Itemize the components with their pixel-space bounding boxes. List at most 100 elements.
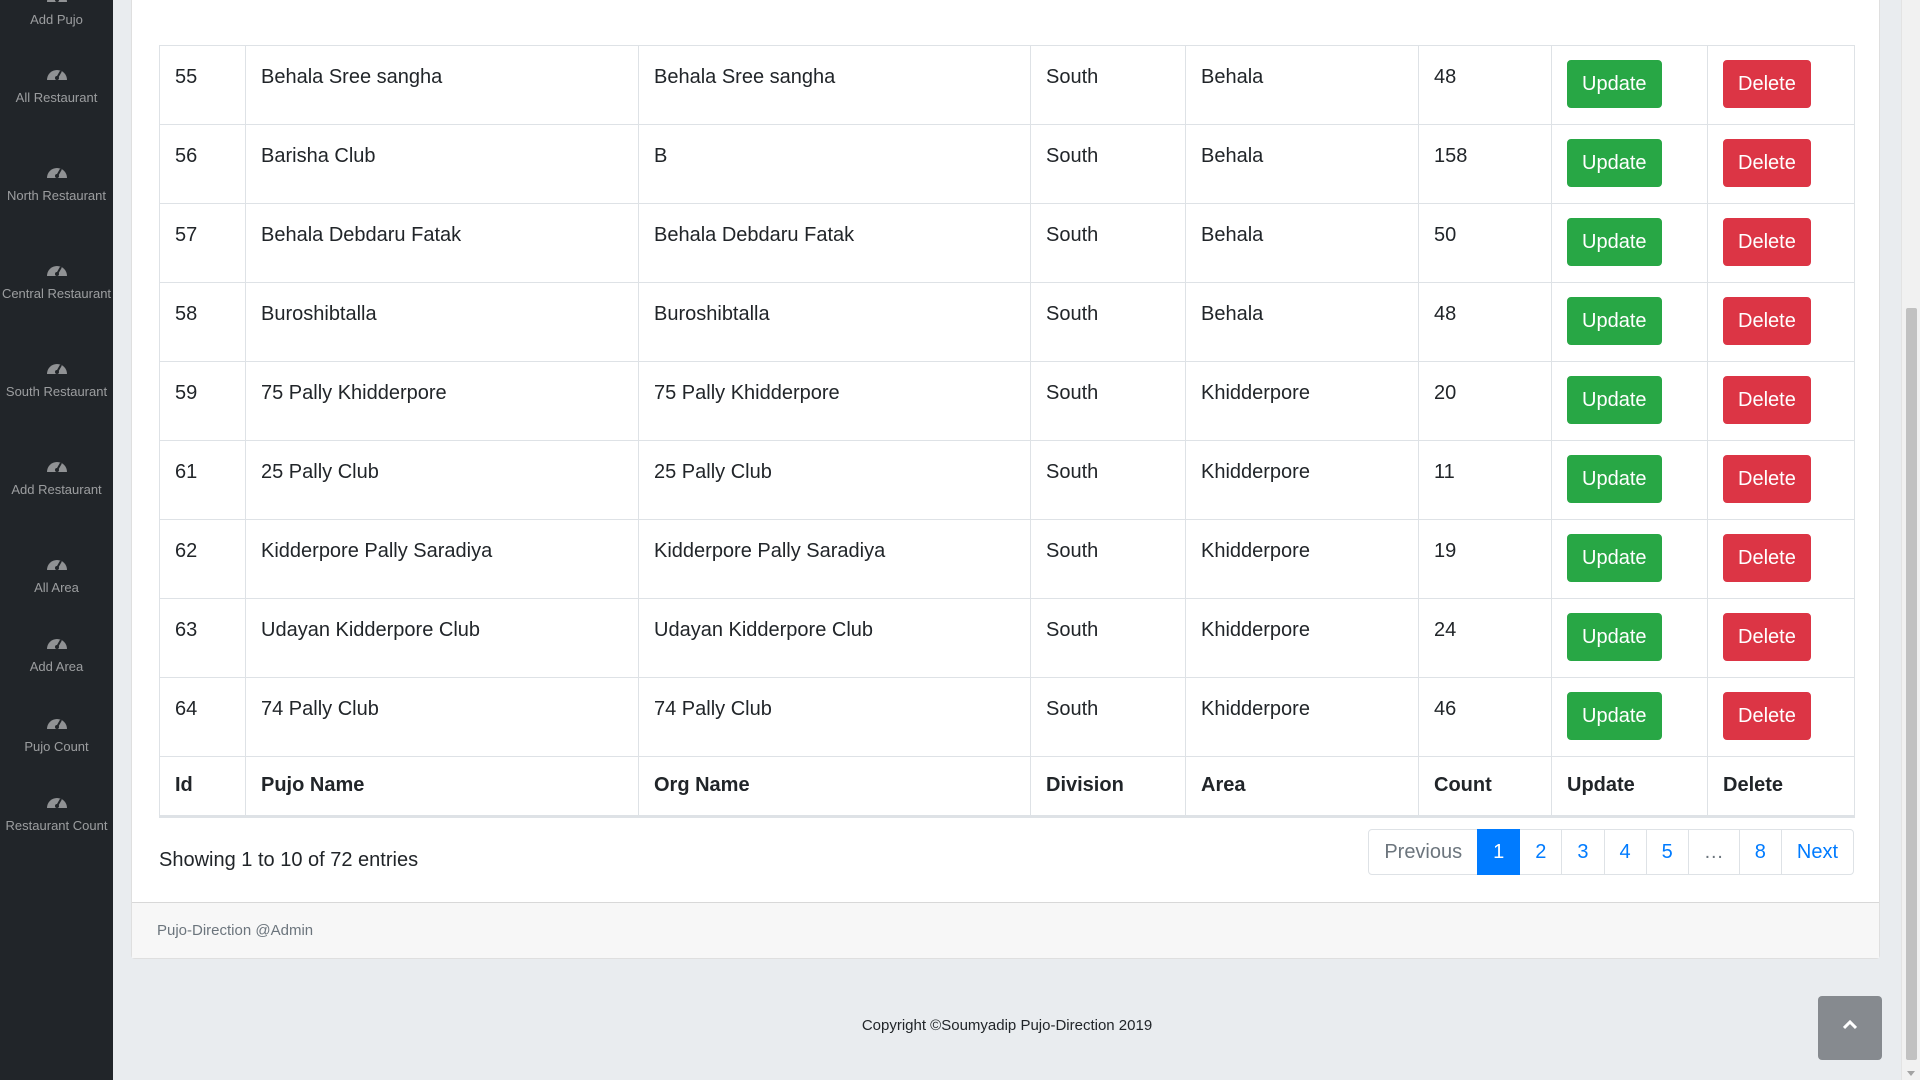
delete-button[interactable]: Delete [1723, 217, 1811, 266]
pagination-previous[interactable]: Previous [1368, 829, 1479, 875]
entries-info: Showing 1 to 10 of 72 entries [159, 849, 419, 871]
cell-count: 20 [1418, 360, 1552, 440]
pujo-table: 55 Behala Sree sangha Behala Sree sangha So… [159, 0, 1855, 818]
sidebar-item-all-area[interactable]: All Area [0, 554, 113, 597]
scroll-to-top-button[interactable] [1818, 996, 1882, 1060]
cell-org: Behala Debdaru Fatak [638, 202, 1031, 282]
update-button[interactable]: Update [1567, 533, 1662, 582]
cell-count: 48 [1418, 281, 1552, 361]
sidebar-item-add-area[interactable]: Add Area [0, 633, 113, 676]
cell-delete: Delete [1707, 597, 1855, 677]
delete-button[interactable]: Delete [1723, 59, 1811, 108]
clipped-cell [160, 0, 1855, 45]
sidebar-item-south-restaurant[interactable]: South Restaurant [0, 358, 113, 401]
table-row: 61 25 Pally Club 25 Pally Club South Khidder… [159, 439, 1855, 519]
table-row: 63 Udayan Kidderpore Club Udayan Kidderpor… [159, 597, 1855, 677]
column-header-area[interactable]: Area [1185, 755, 1419, 818]
delete-button[interactable]: Delete [1723, 296, 1811, 345]
update-button[interactable]: Update [1567, 454, 1662, 503]
update-button[interactable]: Update [1567, 59, 1662, 108]
cell-update: Update [1551, 360, 1708, 440]
sidebar-item-add-pujo[interactable]: Add Pujo [0, 0, 113, 29]
update-button[interactable]: Update [1567, 375, 1662, 424]
pagination-ellipsis: … [1687, 829, 1740, 875]
update-button[interactable]: Update [1567, 691, 1662, 740]
table-row: 62 Kidderpore Pally Saradiya Kidderpore Pa… [159, 518, 1855, 598]
cell-delete: Delete [1707, 44, 1855, 124]
pagination-page-1[interactable]: 1 [1477, 829, 1521, 875]
cell-area: Behala [1185, 44, 1419, 124]
cell-area: Behala [1185, 281, 1419, 361]
column-header-id[interactable]: Id [159, 755, 246, 818]
cell-id: 56 [159, 123, 246, 203]
cell-area: Khidderpore [1185, 439, 1419, 519]
speedometer-icon [46, 462, 67, 472]
cell-org: Buroshibtalla [638, 281, 1031, 361]
update-button[interactable]: Update [1567, 612, 1662, 661]
speedometer-icon [46, 639, 67, 649]
pagination: Previous 1 2 3 4 5… 8 Next [1368, 829, 1854, 875]
sidebar-item-label: Add Restaurant [11, 482, 102, 497]
speedometer-icon [46, 798, 67, 808]
cell-update: Update [1551, 439, 1708, 519]
page-scrollbar[interactable] [1901, 0, 1920, 1080]
cell-delete: Delete [1707, 676, 1855, 756]
sidebar-item-pujo-count[interactable]: Pujo Count [0, 713, 113, 756]
sidebar-item-restaurant-count[interactable]: Restaurant Count [0, 792, 113, 835]
speedometer-icon [46, 364, 67, 374]
pagination-page-8[interactable]: 8 [1738, 829, 1782, 875]
pagination-page-4[interactable]: 4 [1603, 829, 1647, 875]
delete-button[interactable]: Delete [1723, 454, 1811, 503]
update-button[interactable]: Update [1567, 138, 1662, 187]
cell-division: South [1030, 597, 1186, 677]
update-button[interactable]: Update [1567, 296, 1662, 345]
sidebar-item-north-restaurant[interactable]: North Restaurant [0, 162, 113, 205]
cell-org: 74 Pally Club [638, 676, 1031, 756]
cell-area: Behala [1185, 123, 1419, 203]
speedometer-icon [46, 560, 67, 570]
sidebar: Add Pujo All Restaurant North Restaurant Ce… [0, 0, 113, 1080]
delete-button[interactable]: Delete [1723, 138, 1811, 187]
sidebar-item-label: North Restaurant [7, 188, 106, 203]
cell-division: South [1030, 202, 1186, 282]
cell-delete: Delete [1707, 202, 1855, 282]
pagination-page-5[interactable]: 5 [1645, 829, 1689, 875]
cell-org: 25 Pally Club [638, 439, 1031, 519]
cell-org: Udayan Kidderpore Club [638, 597, 1031, 677]
column-header-delete[interactable]: Delete [1707, 755, 1855, 818]
speedometer-icon [46, 266, 67, 276]
copyright-text: Copyright ©Soumyadip Pujo-Direction 2019 [861, 1017, 1153, 1034]
cell-count: 19 [1418, 518, 1552, 598]
sidebar-item-central-restaurant[interactable]: Central Restaurant [0, 260, 113, 303]
delete-button[interactable]: Delete [1723, 375, 1811, 424]
column-header-division[interactable]: Division [1030, 755, 1186, 818]
cell-area: Khidderpore [1185, 597, 1419, 677]
delete-button[interactable]: Delete [1723, 691, 1811, 740]
column-header-update[interactable]: Update [1551, 755, 1708, 818]
sidebar-item-all-restaurant[interactable]: All Restaurant [0, 64, 113, 107]
sidebar-item-add-restaurant[interactable]: Add Restaurant [0, 456, 113, 499]
column-header-org-name[interactable]: Org Name [638, 755, 1031, 818]
pagination-next[interactable]: Next [1780, 829, 1854, 875]
delete-button[interactable]: Delete [1723, 612, 1811, 661]
column-header-pujo-name[interactable]: Pujo Name [245, 755, 639, 818]
column-header-count[interactable]: Count [1418, 755, 1552, 818]
delete-button[interactable]: Delete [1723, 533, 1811, 582]
table-wrapper: 55 Behala Sree sangha Behala Sree sangha So… [159, 0, 1855, 818]
sidebar-item-label: All Restaurant [15, 90, 98, 105]
pagination-page-2[interactable]: 2 [1519, 829, 1563, 875]
cell-update: Update [1551, 676, 1708, 756]
scrollbar-thumb[interactable] [1906, 308, 1917, 1060]
update-button[interactable]: Update [1567, 217, 1662, 266]
scroll-down-arrow[interactable] [1907, 1071, 1915, 1076]
cell-id: 63 [159, 597, 246, 677]
cell-pujo: Behala Debdaru Fatak [245, 202, 639, 282]
cell-id: 59 [159, 360, 246, 440]
cell-org: Kidderpore Pally Saradiya [638, 518, 1031, 598]
table-row: 56 Barisha Club B South Behala 158 Update Delet… [159, 123, 1855, 203]
cell-division: South [1030, 281, 1186, 361]
sidebar-item-label: Add Area [29, 659, 84, 674]
pagination-page-3[interactable]: 3 [1561, 829, 1605, 875]
sidebar-item-label: Pujo Count [24, 739, 89, 754]
cell-update: Update [1551, 44, 1708, 124]
